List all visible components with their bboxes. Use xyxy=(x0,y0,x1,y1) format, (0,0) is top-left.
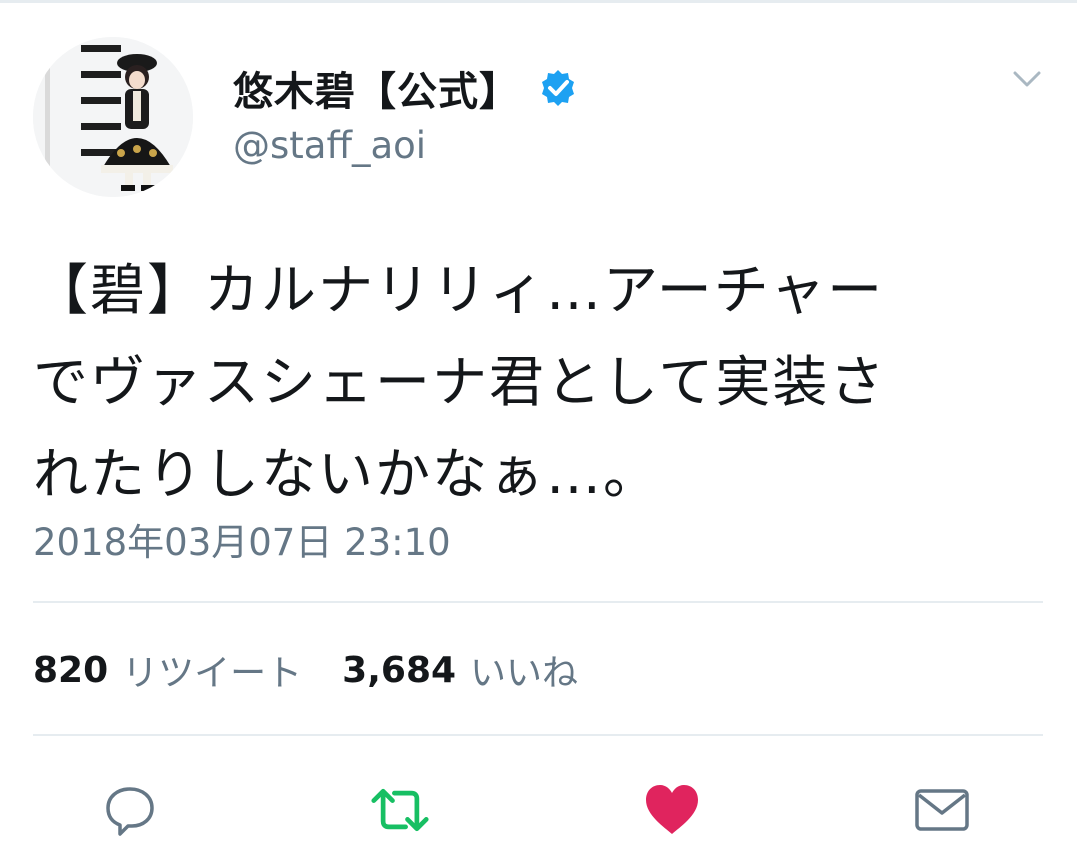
tweet-timestamp[interactable]: 2018年03月07日 23:10 xyxy=(33,512,451,566)
like-count[interactable]: 3,684 xyxy=(342,650,456,691)
share-button[interactable] xyxy=(912,780,972,840)
retweet-icon xyxy=(371,788,429,832)
avatar[interactable] xyxy=(33,37,193,197)
tweet-stats: 820 リツイート 3,684 いいね xyxy=(33,640,618,700)
divider-top xyxy=(33,601,1043,603)
retweet-count[interactable]: 820 xyxy=(33,650,108,691)
display-name[interactable]: 悠木碧【公式】 xyxy=(233,59,520,117)
heart-icon xyxy=(646,785,698,834)
verified-badge-icon xyxy=(538,68,578,108)
top-border xyxy=(0,0,1077,3)
like-label[interactable]: いいね xyxy=(470,644,578,696)
reply-button[interactable] xyxy=(100,780,160,840)
tweet-text: 【碧】カルナリリィ…アーチャー でヴァスシェーナ君として実装さ れたりしないかな… xyxy=(33,258,887,506)
like-button[interactable] xyxy=(642,780,702,840)
reply-icon xyxy=(106,787,154,836)
mail-icon xyxy=(915,789,969,831)
user-handle[interactable]: @staff_aoi xyxy=(233,124,426,167)
divider-bottom xyxy=(33,734,1043,736)
chevron-down-icon[interactable] xyxy=(1010,62,1044,96)
retweet-button[interactable] xyxy=(370,780,430,840)
author-name-row: 悠木碧【公式】 xyxy=(233,58,578,118)
avatar-image xyxy=(33,37,193,197)
retweet-label[interactable]: リツイート xyxy=(122,644,302,696)
